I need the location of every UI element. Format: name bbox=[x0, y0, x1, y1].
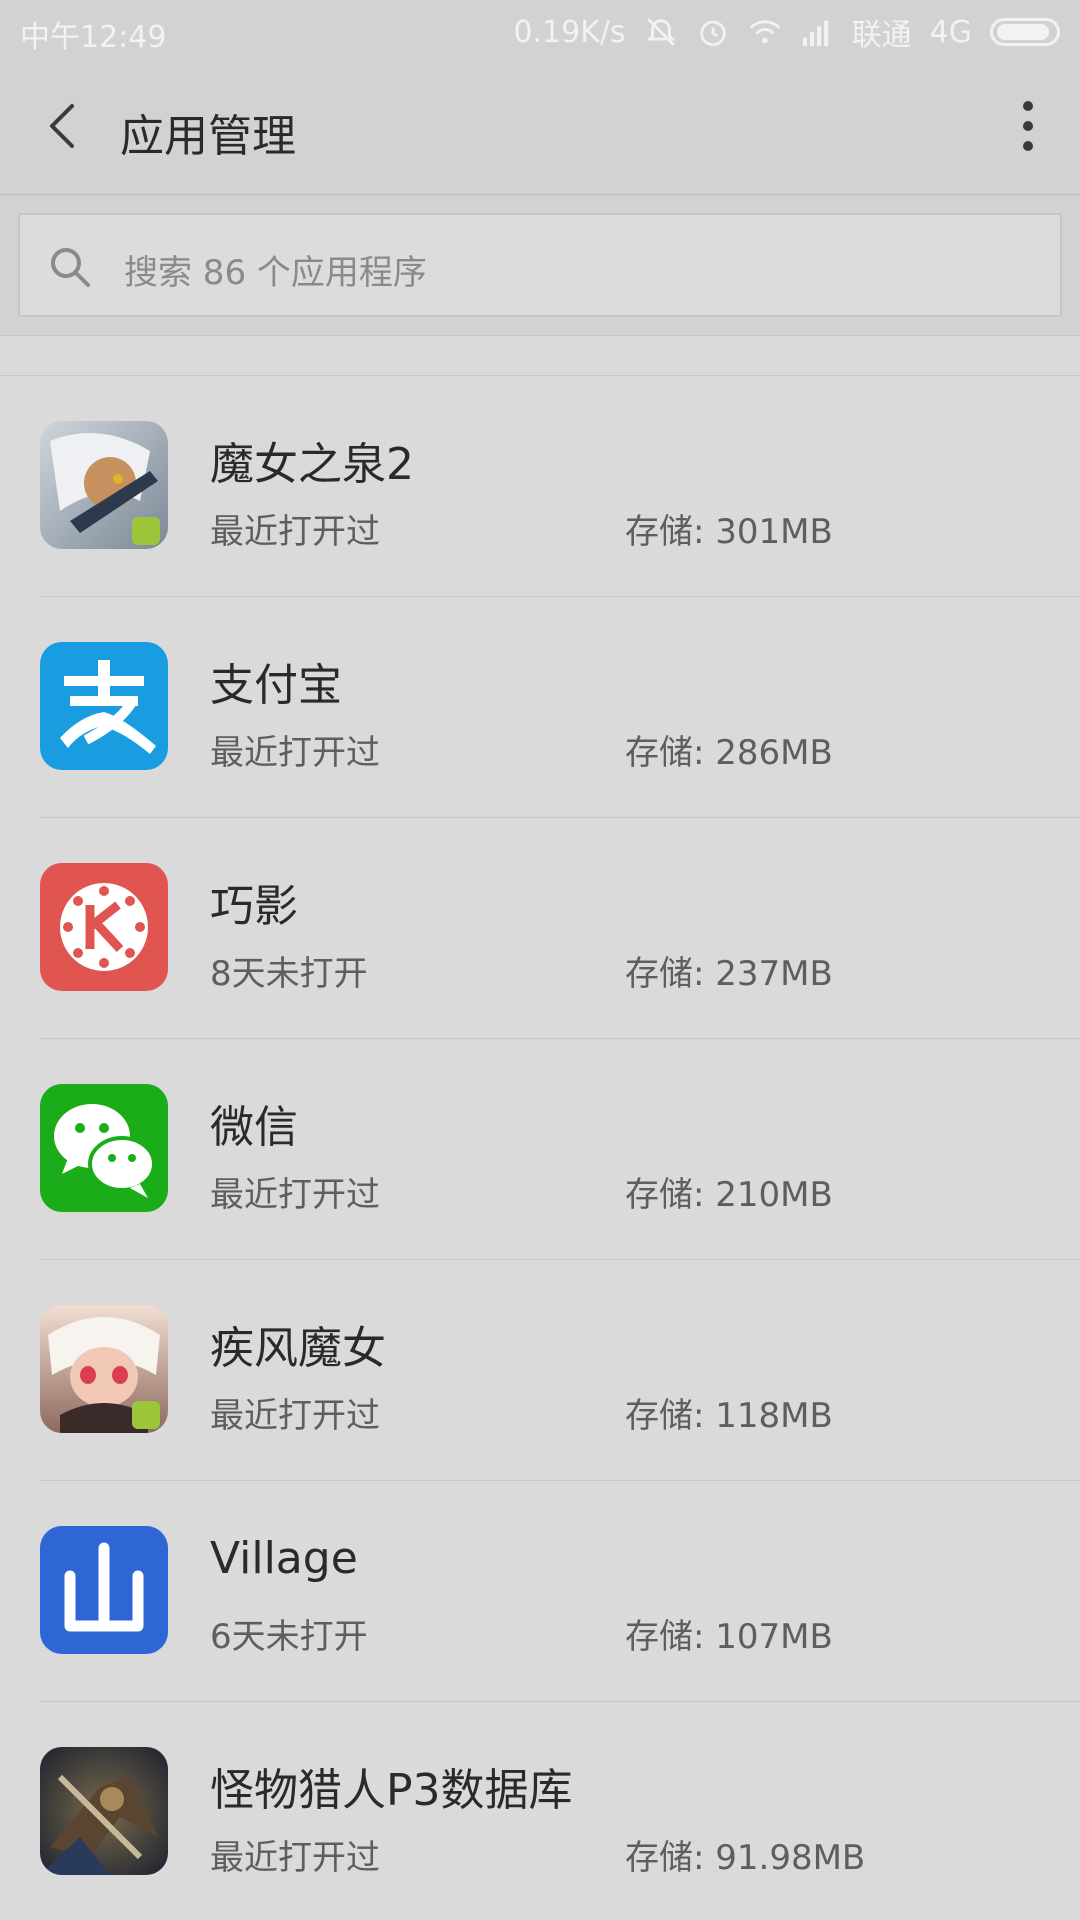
list-item[interactable]: 疾风魔女 最近打开过 存储: 118MB bbox=[40, 1260, 1080, 1481]
search-icon bbox=[51, 248, 90, 287]
app-name: Village bbox=[210, 1533, 358, 1584]
search-input[interactable]: 搜索 86 个应用程序 bbox=[18, 213, 1062, 317]
app-last-opened: 8天未打开 bbox=[210, 954, 368, 994]
list-item[interactable]: 巧影 8天未打开 存储: 237MB bbox=[40, 818, 1080, 1039]
app-last-opened: 最近打开过 bbox=[210, 1396, 380, 1436]
app-last-opened: 最近打开过 bbox=[210, 512, 380, 552]
wechat-icon bbox=[40, 1084, 168, 1212]
app-name: 疾风魔女 bbox=[210, 1323, 386, 1374]
app-name: 怪物猎人P3数据库 bbox=[210, 1765, 573, 1816]
list-item[interactable]: 支付宝 最近打开过 存储: 286MB bbox=[40, 597, 1080, 818]
anime-girl-icon bbox=[40, 1305, 168, 1433]
monster-hunter-icon bbox=[40, 1747, 168, 1875]
app-last-opened: 最近打开过 bbox=[210, 1175, 380, 1215]
status-bar: 中午12:49 0.19K/s 联通 4G bbox=[0, 0, 1080, 60]
anime-girl-icon bbox=[40, 421, 168, 549]
search-placeholder: 搜索 86 个应用程序 bbox=[124, 253, 427, 293]
mute-icon bbox=[645, 18, 676, 46]
app-last-opened: 最近打开过 bbox=[210, 1838, 380, 1878]
list-item[interactable]: Village 6天未打开 存储: 107MB bbox=[40, 1481, 1080, 1702]
app-bar: 应用管理 bbox=[0, 60, 1080, 195]
screen: 中午12:49 0.19K/s 联通 4G 应用管理 搜索 86 个应用程序 魔… bbox=[0, 0, 1080, 1920]
search-bar-container: 搜索 86 个应用程序 bbox=[0, 195, 1080, 336]
carrier-name: 联通 bbox=[851, 18, 912, 53]
status-time: 中午12:49 bbox=[20, 20, 167, 55]
signal-icon bbox=[802, 20, 828, 47]
app-name: 巧影 bbox=[210, 881, 298, 932]
app-last-opened: 6天未打开 bbox=[210, 1617, 368, 1657]
app-name: 支付宝 bbox=[210, 660, 342, 711]
app-list: 魔女之泉2 最近打开过 存储: 301MB 支付宝 最近打开过 存储: 286M… bbox=[0, 375, 1080, 1920]
page-title: 应用管理 bbox=[120, 111, 296, 162]
app-storage: 存储: 237MB bbox=[625, 954, 833, 994]
alarm-icon bbox=[699, 20, 726, 47]
list-item[interactable]: 微信 最近打开过 存储: 210MB bbox=[40, 1039, 1080, 1260]
app-storage: 存储: 118MB bbox=[625, 1396, 833, 1436]
app-storage: 存储: 286MB bbox=[625, 733, 833, 773]
mountain-char-icon bbox=[40, 1526, 168, 1654]
app-storage: 存储: 107MB bbox=[625, 1617, 833, 1657]
app-storage: 存储: 91.98MB bbox=[625, 1838, 866, 1878]
app-storage: 存储: 210MB bbox=[625, 1175, 833, 1215]
list-item[interactable]: 怪物猎人P3数据库 最近打开过 存储: 91.98MB bbox=[40, 1702, 1080, 1920]
network-speed: 0.19K/s bbox=[513, 14, 626, 50]
battery-icon bbox=[990, 18, 1060, 46]
status-icons: 0.19K/s 联通 4G bbox=[513, 10, 1060, 54]
list-item[interactable]: 魔女之泉2 最近打开过 存储: 301MB bbox=[40, 376, 1080, 597]
kinemaster-icon bbox=[40, 863, 168, 991]
app-last-opened: 最近打开过 bbox=[210, 733, 380, 773]
app-storage: 存储: 301MB bbox=[625, 512, 833, 552]
app-name: 魔女之泉2 bbox=[210, 439, 414, 490]
alipay-icon bbox=[40, 642, 168, 770]
more-options-button[interactable] bbox=[1016, 96, 1040, 156]
network-type: 4G bbox=[929, 14, 972, 50]
back-button[interactable] bbox=[40, 98, 90, 154]
app-name: 微信 bbox=[210, 1102, 298, 1153]
wifi-icon bbox=[749, 20, 780, 44]
